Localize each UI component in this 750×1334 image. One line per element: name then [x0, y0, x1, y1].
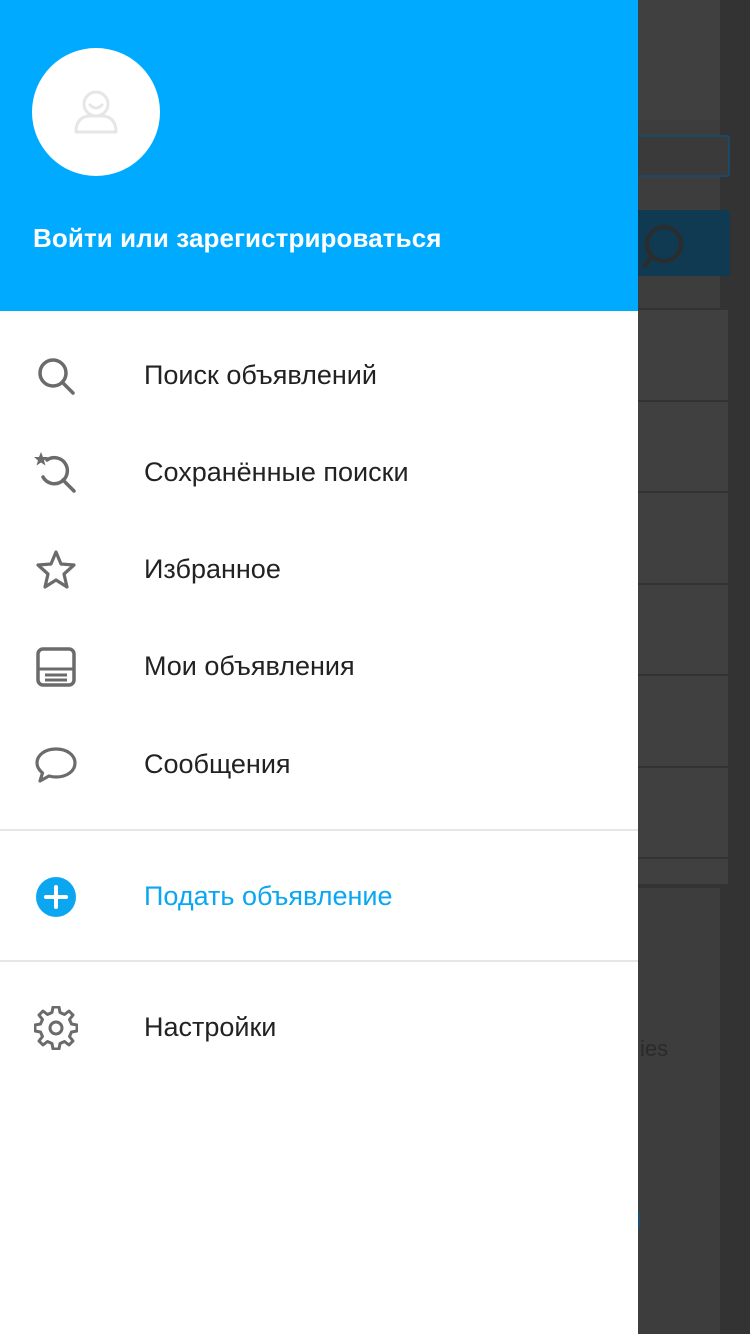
divider: [0, 829, 638, 831]
post-ad-button[interactable]: Подать объявление: [0, 848, 638, 945]
avatar[interactable]: [32, 48, 160, 176]
background-text: ies: [640, 1036, 669, 1061]
menu-item-messages[interactable]: Сообщения: [0, 716, 638, 813]
menu-item-label: Избранное: [144, 554, 281, 584]
menu-item-label: Сообщения: [144, 749, 291, 779]
my-listings-icon: [32, 643, 80, 691]
search-icon: [642, 225, 683, 268]
menu-item-settings[interactable]: Настройки: [0, 979, 638, 1076]
navigation-drawer: Войти или зарегистрироваться Поиск объяв…: [0, 0, 638, 1334]
search-icon: [32, 352, 80, 400]
drawer-header: Войти или зарегистрироваться: [0, 0, 638, 311]
menu-item-label: Настройки: [144, 1012, 277, 1042]
user-icon: [74, 90, 118, 134]
menu-item-saved-searches[interactable]: Сохранённые поиски: [0, 424, 638, 521]
login-register-link[interactable]: Войти или зарегистрироваться: [33, 223, 442, 254]
menu-item-favorites[interactable]: Избранное: [0, 521, 638, 618]
gear-icon: [32, 1004, 80, 1052]
chat-icon: [32, 741, 80, 789]
star-icon: [32, 546, 80, 594]
saved-search-icon: [32, 449, 80, 497]
menu-item-label: Сохранённые поиски: [144, 457, 409, 487]
menu-item-label: Мои объявления: [144, 651, 355, 681]
menu-item-my-listings[interactable]: Мои объявления: [0, 618, 638, 715]
menu-item-label: Поиск объявлений: [144, 360, 377, 390]
plus-circle-icon: [32, 873, 80, 921]
divider: [0, 960, 638, 962]
menu-item-search[interactable]: Поиск объявлений: [0, 327, 638, 424]
post-ad-label: Подать объявление: [144, 881, 393, 911]
